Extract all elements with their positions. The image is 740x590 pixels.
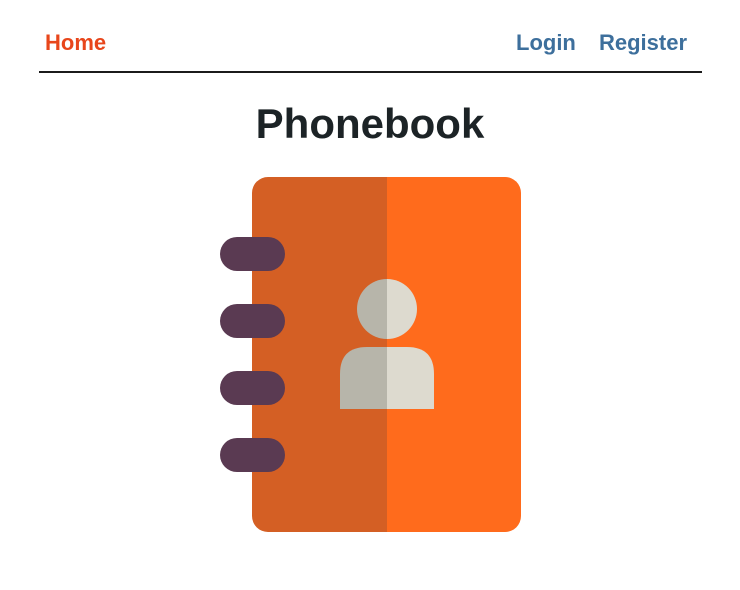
page-title: Phonebook bbox=[255, 100, 485, 147]
top-navigation: Home Login Register bbox=[39, 0, 702, 73]
person-body-right bbox=[387, 347, 434, 409]
nav-register-link[interactable]: Register bbox=[599, 28, 687, 58]
person-body-left bbox=[340, 347, 387, 409]
binder-ring bbox=[220, 304, 285, 338]
binder-ring bbox=[220, 371, 285, 405]
nav-home-link[interactable]: Home bbox=[45, 28, 106, 58]
binder-ring bbox=[220, 237, 285, 271]
binder-ring bbox=[220, 438, 285, 472]
phonebook-illustration bbox=[220, 177, 521, 532]
phonebook-icon bbox=[210, 170, 530, 540]
nav-login-link[interactable]: Login bbox=[516, 28, 576, 58]
